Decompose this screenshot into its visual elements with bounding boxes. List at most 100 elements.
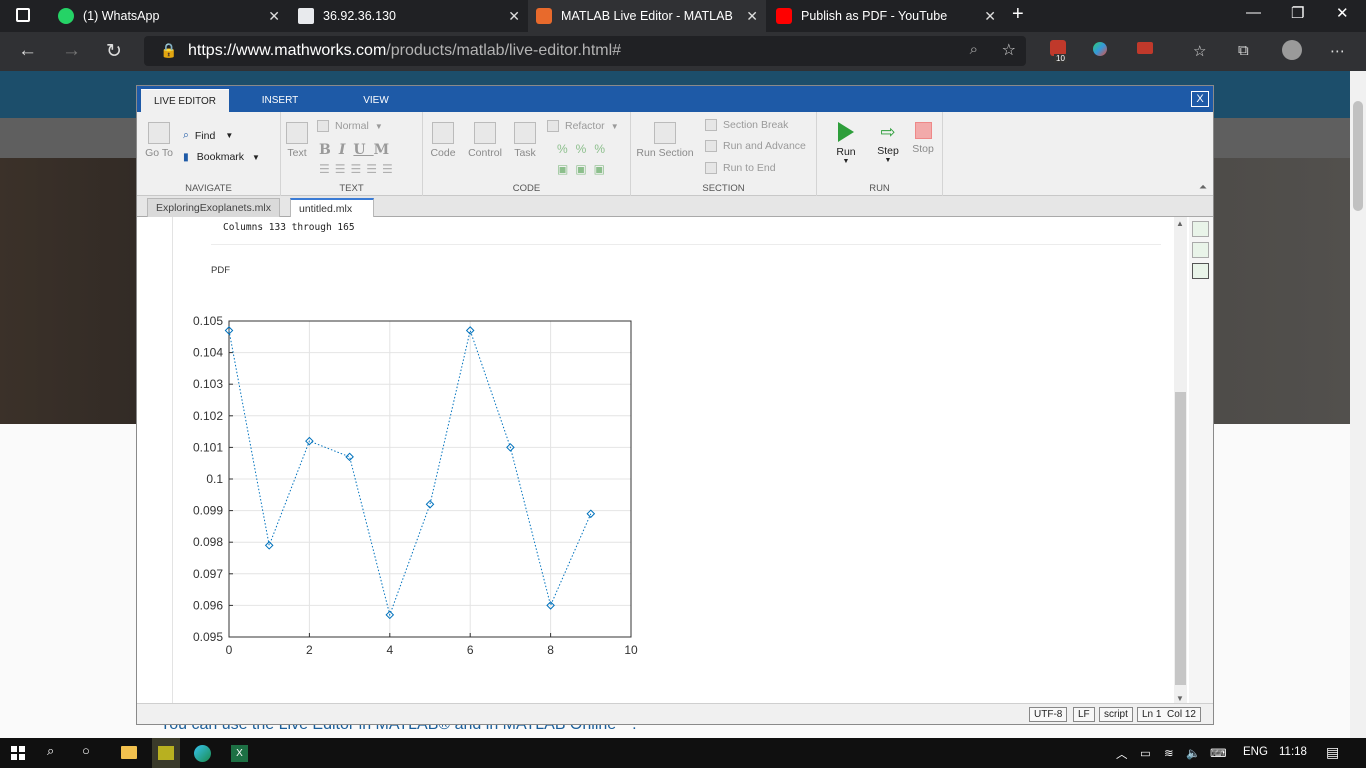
section-break-button[interactable]: Section Break [705,119,788,131]
run-button[interactable]: Run ▼ [831,122,861,165]
output-figure[interactable]: 0.105 0.104 0.103 0.102 0.101 0.1 0.099 0.098 0.… [187,295,727,685]
x-tick-label: 10 [624,643,638,657]
run-section-icon [654,122,676,144]
task-view-icon[interactable]: ○ [82,743,90,758]
close-window-button[interactable]: ✕ [1336,4,1349,22]
format-buttons: BIUM [319,142,397,158]
find-button[interactable]: ⌕ Find ▼ [183,129,233,142]
page-icon [298,8,314,24]
text-icon [286,122,308,144]
scroll-thumb[interactable] [1353,101,1363,211]
task-button[interactable]: Task [511,122,539,159]
run-section-button[interactable]: Run Section [635,122,695,159]
bold-button[interactable]: B [319,142,339,158]
keyboard-icon[interactable]: ⌨ [1210,746,1227,760]
text-button[interactable]: Text [285,122,309,159]
close-icon[interactable]: ✕ [268,8,280,25]
tab-matlab[interactable]: MATLAB Live Editor - MATLAB ✕ [528,0,766,32]
maximize-button[interactable]: ❐ [1291,4,1304,22]
excel-icon[interactable]: X [231,745,248,762]
code-button[interactable]: Code [427,122,459,159]
volume-icon[interactable]: 🔈 [1186,746,1200,760]
notification-icon[interactable]: ▤ [1326,744,1339,761]
media-app-icon[interactable] [158,746,174,760]
profile-avatar[interactable] [1282,40,1302,60]
battery-icon[interactable]: ▭ [1140,746,1151,760]
tab-view[interactable]: VIEW [329,89,423,112]
document-scrollbar[interactable]: ▲ ▼ [1174,217,1187,703]
zoom-icon[interactable]: ⌕ [970,41,978,58]
forward-icon[interactable]: → [62,40,81,62]
italic-button[interactable]: I [339,142,354,158]
close-icon[interactable]: ✕ [984,8,996,25]
collections-icon[interactable]: ⧉ [1238,42,1249,59]
run-to-end-button[interactable]: Run to End [705,162,776,174]
close-button[interactable]: X [1191,91,1209,107]
underline-button[interactable]: U [353,142,373,158]
tab-insert[interactable]: INSERT [233,89,327,112]
section-group: Run Section Section Break Run and Advanc… [631,112,817,196]
collapse-ribbon-icon[interactable]: ⏶ [1199,182,1207,193]
tab-title: MATLAB Live Editor - MATLAB [561,9,733,23]
scroll-down-icon[interactable]: ▼ [1176,694,1184,703]
divider [211,244,1161,245]
scroll-thumb[interactable] [1175,392,1186,685]
run-group: Run ▼ ⇨ Step ▼ Stop RUN [817,112,943,196]
extension-vm-icon[interactable] [1137,42,1153,54]
group-label: NAVIGATE [185,183,232,194]
step-button[interactable]: ⇨ Step ▼ [873,122,903,164]
y-tick-label: 0.099 [193,504,223,518]
favorite-add-icon[interactable]: ☆ [1002,40,1016,60]
tab-youtube[interactable]: Publish as PDF - YouTube ✕ [776,0,1004,32]
file-tabs: ExploringExoplanets.mlx untitled.mlx [137,196,1213,217]
run-and-advance-button[interactable]: Run and Advance [705,140,806,152]
url-field[interactable]: 🔒 https://www.mathworks.com/products/mat… [144,36,1026,66]
wifi-icon[interactable]: ≋ [1164,746,1174,760]
windows-start-icon[interactable] [11,746,25,760]
chevron-down-icon: ▼ [884,157,892,164]
clock[interactable]: 11:18 [1279,746,1307,758]
more-icon[interactable]: ⋯ [1330,42,1345,60]
indent-icons[interactable]: ▣▣▣ [557,162,612,176]
file-tab-exoplanets[interactable]: ExploringExoplanets.mlx [147,198,280,217]
stop-button[interactable]: Stop [909,122,937,155]
extension-color-icon[interactable] [1093,42,1107,56]
refresh-icon[interactable]: ↻ [106,40,122,63]
scroll-up-icon[interactable]: ▲ [1176,219,1184,228]
comment-icons[interactable]: %%% [557,142,613,156]
monospace-button[interactable]: M [374,142,398,158]
close-icon[interactable]: ✕ [746,8,758,25]
output-inline-icon[interactable] [1192,242,1209,258]
minimize-button[interactable]: — [1246,4,1261,21]
favorites-icon[interactable]: ☆ [1193,42,1206,60]
language-indicator[interactable]: ENG [1243,746,1268,758]
page-scrollbar[interactable] [1350,71,1366,738]
tab-live-editor[interactable]: LIVE EDITOR [141,89,229,112]
tab-ip[interactable]: 36.92.36.130 ✕ [296,0,528,32]
tab-actions-icon[interactable] [16,8,30,22]
output-right-icon[interactable] [1192,221,1209,237]
bookmark-button[interactable]: ▮ Bookmark ▼ [183,151,260,163]
taskbar: ⌕ ○ X ︿ ▭ ≋ 🔈 ⌨ ENG 11:18 ▤ [0,738,1366,768]
file-tab-untitled[interactable]: untitled.mlx [290,198,374,217]
goto-button[interactable]: Go To [143,122,175,159]
back-icon[interactable]: ← [18,40,37,62]
tab-whatsapp[interactable]: (1) WhatsApp ✕ [56,0,288,32]
output-text: Columns 133 through 165 [223,222,355,233]
style-dropdown[interactable]: Normal ▼ [317,120,383,132]
tray-up-icon[interactable]: ︿ [1116,746,1128,762]
y-tick-label: 0.101 [193,440,223,454]
tab-title: 36.92.36.130 [323,9,396,23]
search-icon[interactable]: ⌕ [47,743,54,759]
edge-icon[interactable] [194,745,211,762]
control-button[interactable]: Control [465,122,505,159]
refactor-dropdown[interactable]: Refactor ▼ [547,120,619,132]
encoding-status: UTF-8 [1029,707,1068,722]
file-type-status: script [1099,707,1133,722]
hide-code-icon[interactable] [1192,263,1209,279]
close-icon[interactable]: ✕ [508,8,520,25]
file-explorer-icon[interactable] [121,746,137,759]
list-align-icons[interactable]: ☰☰☰☰☰ [319,162,398,176]
new-tab-button[interactable]: + [1012,3,1024,26]
group-label: SECTION [702,183,745,194]
